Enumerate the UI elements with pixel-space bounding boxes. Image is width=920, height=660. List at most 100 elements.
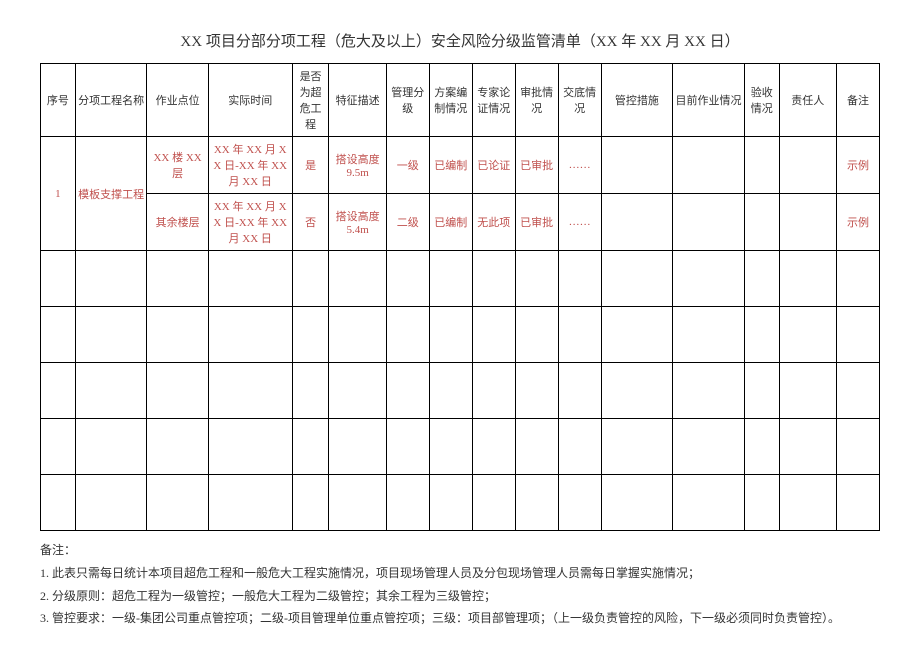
cell-empty [41, 251, 76, 307]
notes-section: 备注： 1. 此表只需每日统计本项目超危工程和一般危大工程实施情况，项目现场管理… [40, 539, 880, 630]
header-feat: 特征描述 [329, 64, 386, 137]
cell-empty [744, 363, 779, 419]
cell-plan: 已编制 [429, 194, 472, 251]
cell-empty [292, 363, 329, 419]
cell-loc: 其余楼层 [147, 194, 208, 251]
cell-empty [601, 475, 673, 531]
header-resp: 责任人 [779, 64, 836, 137]
cell-empty [744, 307, 779, 363]
header-super: 是否为超危工程 [292, 64, 329, 137]
cell-empty [386, 251, 429, 307]
cell-empty [558, 307, 601, 363]
cell-empty [329, 251, 386, 307]
cell-empty [779, 475, 836, 531]
page-title: XX 项目分部分项工程（危大及以上）安全风险分级监管清单（XX 年 XX 月 X… [40, 30, 880, 51]
cell-empty [472, 475, 515, 531]
cell-empty [208, 307, 292, 363]
cell-empty [515, 307, 558, 363]
cell-empty [836, 475, 879, 531]
cell-empty [429, 307, 472, 363]
header-current: 目前作业情况 [673, 64, 745, 137]
cell-empty [472, 363, 515, 419]
cell-empty [779, 363, 836, 419]
cell-empty [208, 251, 292, 307]
cell-empty [673, 363, 745, 419]
header-plan: 方案编制情况 [429, 64, 472, 137]
table-row [41, 251, 880, 307]
cell-empty [558, 475, 601, 531]
header-accept: 验收情况 [744, 64, 779, 137]
cell-empty [292, 419, 329, 475]
cell-empty [386, 363, 429, 419]
notes-label: 备注： [40, 539, 880, 562]
cell-empty [558, 363, 601, 419]
cell-empty [41, 307, 76, 363]
cell-resp [779, 194, 836, 251]
cell-empty [292, 307, 329, 363]
header-remark: 备注 [836, 64, 879, 137]
header-approve: 审批情况 [515, 64, 558, 137]
cell-empty [515, 419, 558, 475]
cell-empty [429, 475, 472, 531]
header-time: 实际时间 [208, 64, 292, 137]
cell-empty [558, 419, 601, 475]
risk-table: 序号 分项工程名称 作业点位 实际时间 是否为超危工程 特征描述 管理分级 方案… [40, 63, 880, 531]
cell-empty [601, 307, 673, 363]
cell-empty [558, 251, 601, 307]
cell-feat: 搭设高度 9.5m [329, 137, 386, 194]
cell-empty [208, 475, 292, 531]
cell-empty [147, 475, 208, 531]
cell-accept [744, 194, 779, 251]
cell-empty [744, 251, 779, 307]
cell-empty [744, 475, 779, 531]
note-item: 1. 此表只需每日统计本项目超危工程和一般危大工程实施情况，项目现场管理人员及分… [40, 562, 880, 585]
cell-empty [41, 419, 76, 475]
header-level: 管理分级 [386, 64, 429, 137]
cell-empty [329, 475, 386, 531]
cell-empty [75, 475, 147, 531]
cell-empty [673, 307, 745, 363]
cell-empty [386, 307, 429, 363]
cell-empty [75, 363, 147, 419]
cell-control [601, 137, 673, 194]
cell-empty [147, 363, 208, 419]
cell-remark: 示例 [836, 137, 879, 194]
cell-empty [515, 475, 558, 531]
table-row [41, 475, 880, 531]
cell-approve: 已审批 [515, 137, 558, 194]
table-row [41, 419, 880, 475]
cell-expert: 已论证 [472, 137, 515, 194]
cell-empty [386, 475, 429, 531]
cell-seq: 1 [41, 137, 76, 251]
cell-empty [329, 307, 386, 363]
cell-empty [329, 419, 386, 475]
header-seq: 序号 [41, 64, 76, 137]
table-row: 1 模板支撑工程 XX 楼 XX 层 XX 年 XX 月 XX 日-XX 年 X… [41, 137, 880, 194]
cell-empty [515, 363, 558, 419]
cell-time: XX 年 XX 月 XX 日-XX 年 XX 月 XX 日 [208, 137, 292, 194]
cell-empty [836, 363, 879, 419]
header-disclose: 交底情况 [558, 64, 601, 137]
header-name: 分项工程名称 [75, 64, 147, 137]
table-row [41, 307, 880, 363]
cell-empty [601, 419, 673, 475]
header-expert: 专家论证情况 [472, 64, 515, 137]
cell-remark: 示例 [836, 194, 879, 251]
cell-empty [147, 419, 208, 475]
cell-loc: XX 楼 XX 层 [147, 137, 208, 194]
cell-empty [472, 307, 515, 363]
cell-accept [744, 137, 779, 194]
cell-empty [779, 419, 836, 475]
cell-current [673, 194, 745, 251]
cell-empty [41, 363, 76, 419]
cell-level: 二级 [386, 194, 429, 251]
cell-empty [836, 307, 879, 363]
header-control: 管控措施 [601, 64, 673, 137]
cell-empty [147, 251, 208, 307]
cell-empty [429, 363, 472, 419]
cell-empty [779, 307, 836, 363]
cell-current [673, 137, 745, 194]
cell-super: 否 [292, 194, 329, 251]
cell-control [601, 194, 673, 251]
cell-empty [515, 251, 558, 307]
